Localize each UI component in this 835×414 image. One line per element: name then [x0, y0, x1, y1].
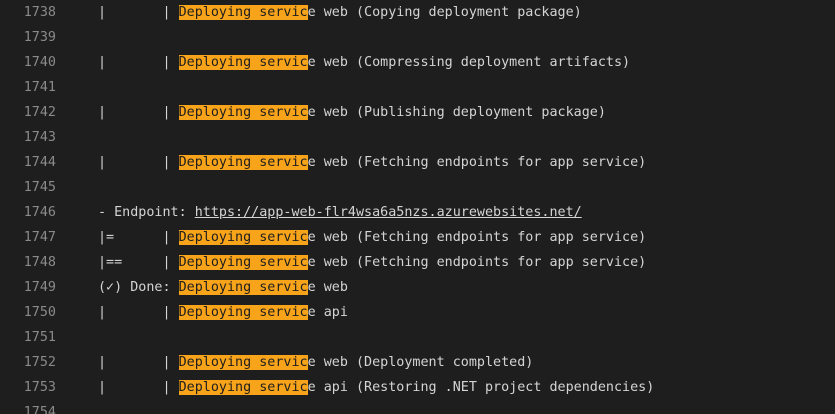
log-line: 1754	[0, 400, 835, 414]
log-line: 1740 | | Deploying service web (Compressi…	[0, 50, 835, 75]
log-text: | |	[98, 105, 179, 120]
line-content: | | Deploying service web (Deployment co…	[98, 350, 533, 375]
log-text: | |	[98, 355, 179, 370]
log-line: 1746 - Endpoint: https://app-web-flr4wsa6…	[0, 200, 835, 225]
log-text: | |	[98, 55, 179, 70]
log-line: 1738 | | Deploying service web (Copying d…	[0, 0, 835, 25]
line-content: | | Deploying service web (Compressing d…	[98, 50, 630, 75]
line-content: |= | Deploying service web (Fetching end…	[98, 225, 646, 250]
line-content: |== | Deploying service web (Fetching en…	[98, 250, 646, 275]
line-number: 1751	[23, 330, 56, 345]
search-match-highlight: Deploying servic	[178, 5, 308, 20]
log-text: e web (Publishing deployment package)	[307, 105, 606, 120]
line-number: 1747	[23, 230, 56, 245]
log-text: e api (Restoring .NET project dependenci…	[307, 380, 655, 395]
log-line: 1743	[0, 125, 835, 150]
line-content: | | Deploying service api	[98, 300, 348, 325]
search-match-highlight: Deploying servic	[178, 230, 308, 245]
line-number: 1740	[23, 55, 56, 70]
log-line: 1749 (✓) Done: Deploying service web	[0, 275, 835, 300]
line-content: (✓) Done: Deploying service web	[98, 275, 348, 300]
search-match-highlight: Deploying servic	[178, 105, 308, 120]
line-number: 1738	[23, 5, 56, 20]
line-number: 1752	[23, 355, 56, 370]
log-text: (✓) Done:	[98, 280, 179, 295]
search-match-highlight: Deploying servic	[178, 355, 308, 370]
search-match-highlight: Deploying servic	[178, 155, 308, 170]
log-line: 1741	[0, 75, 835, 100]
log-text: e web (Fetching endpoints for app servic…	[307, 255, 647, 270]
line-content: | | Deploying service api (Restoring .NE…	[98, 375, 654, 400]
log-text: | |	[98, 5, 179, 20]
log-text: e web (Copying deployment package)	[307, 5, 582, 20]
log-text: | |	[98, 305, 179, 320]
search-match-highlight: Deploying servic	[178, 55, 308, 70]
log-text: |== |	[98, 255, 179, 270]
line-number: 1745	[23, 180, 56, 195]
log-line: 1753 | | Deploying service api (Restoring…	[0, 375, 835, 400]
line-number: 1743	[23, 130, 56, 145]
search-match-highlight: Deploying servic	[178, 255, 308, 270]
log-text: e web (Fetching endpoints for app servic…	[307, 155, 647, 170]
log-text: e api	[307, 305, 348, 320]
search-match-highlight: Deploying servic	[178, 280, 308, 295]
log-viewer[interactable]: 1738 | | Deploying service web (Copying d…	[0, 0, 835, 414]
log-text: |= |	[98, 230, 179, 245]
line-number: 1746	[23, 205, 56, 220]
log-line: 1751	[0, 325, 835, 350]
log-line: 1744 | | Deploying service web (Fetching …	[0, 150, 835, 175]
line-number: 1750	[23, 305, 56, 320]
log-line: 1739	[0, 25, 835, 50]
log-text: | |	[98, 155, 179, 170]
log-text: e web (Fetching endpoints for app servic…	[307, 230, 647, 245]
log-text: | |	[98, 380, 179, 395]
line-number: 1742	[23, 105, 56, 120]
log-line: 1750 | | Deploying service api	[0, 300, 835, 325]
line-number: 1753	[23, 380, 56, 395]
log-line: 1745	[0, 175, 835, 200]
line-content: - Endpoint: https://app-web-flr4wsa6a5nz…	[98, 200, 582, 225]
log-text: - Endpoint:	[98, 205, 195, 220]
log-text: e web (Compressing deployment artifacts)	[307, 55, 631, 70]
line-number: 1748	[23, 255, 56, 270]
search-match-highlight: Deploying servic	[178, 380, 308, 395]
log-text: e web	[307, 280, 348, 295]
line-content: | | Deploying service web (Fetching endp…	[98, 150, 646, 175]
log-line: 1748 |== | Deploying service web (Fetchin…	[0, 250, 835, 275]
log-line: 1752 | | Deploying service web (Deploymen…	[0, 350, 835, 375]
line-number: 1739	[23, 30, 56, 45]
line-number: 1744	[23, 155, 56, 170]
search-match-highlight: Deploying servic	[178, 305, 308, 320]
line-number: 1754	[23, 405, 56, 414]
endpoint-link[interactable]: https://app-web-flr4wsa6a5nzs.azurewebsi…	[195, 205, 582, 220]
line-number: 1749	[23, 280, 56, 295]
log-lines: 1738 | | Deploying service web (Copying d…	[0, 0, 835, 414]
log-line: 1742 | | Deploying service web (Publishin…	[0, 100, 835, 125]
log-text: e web (Deployment completed)	[307, 355, 534, 370]
line-number: 1741	[23, 80, 56, 95]
line-content: | | Deploying service web (Publishing de…	[98, 100, 606, 125]
log-line: 1747 |= | Deploying service web (Fetching…	[0, 225, 835, 250]
line-content: | | Deploying service web (Copying deplo…	[98, 0, 582, 25]
